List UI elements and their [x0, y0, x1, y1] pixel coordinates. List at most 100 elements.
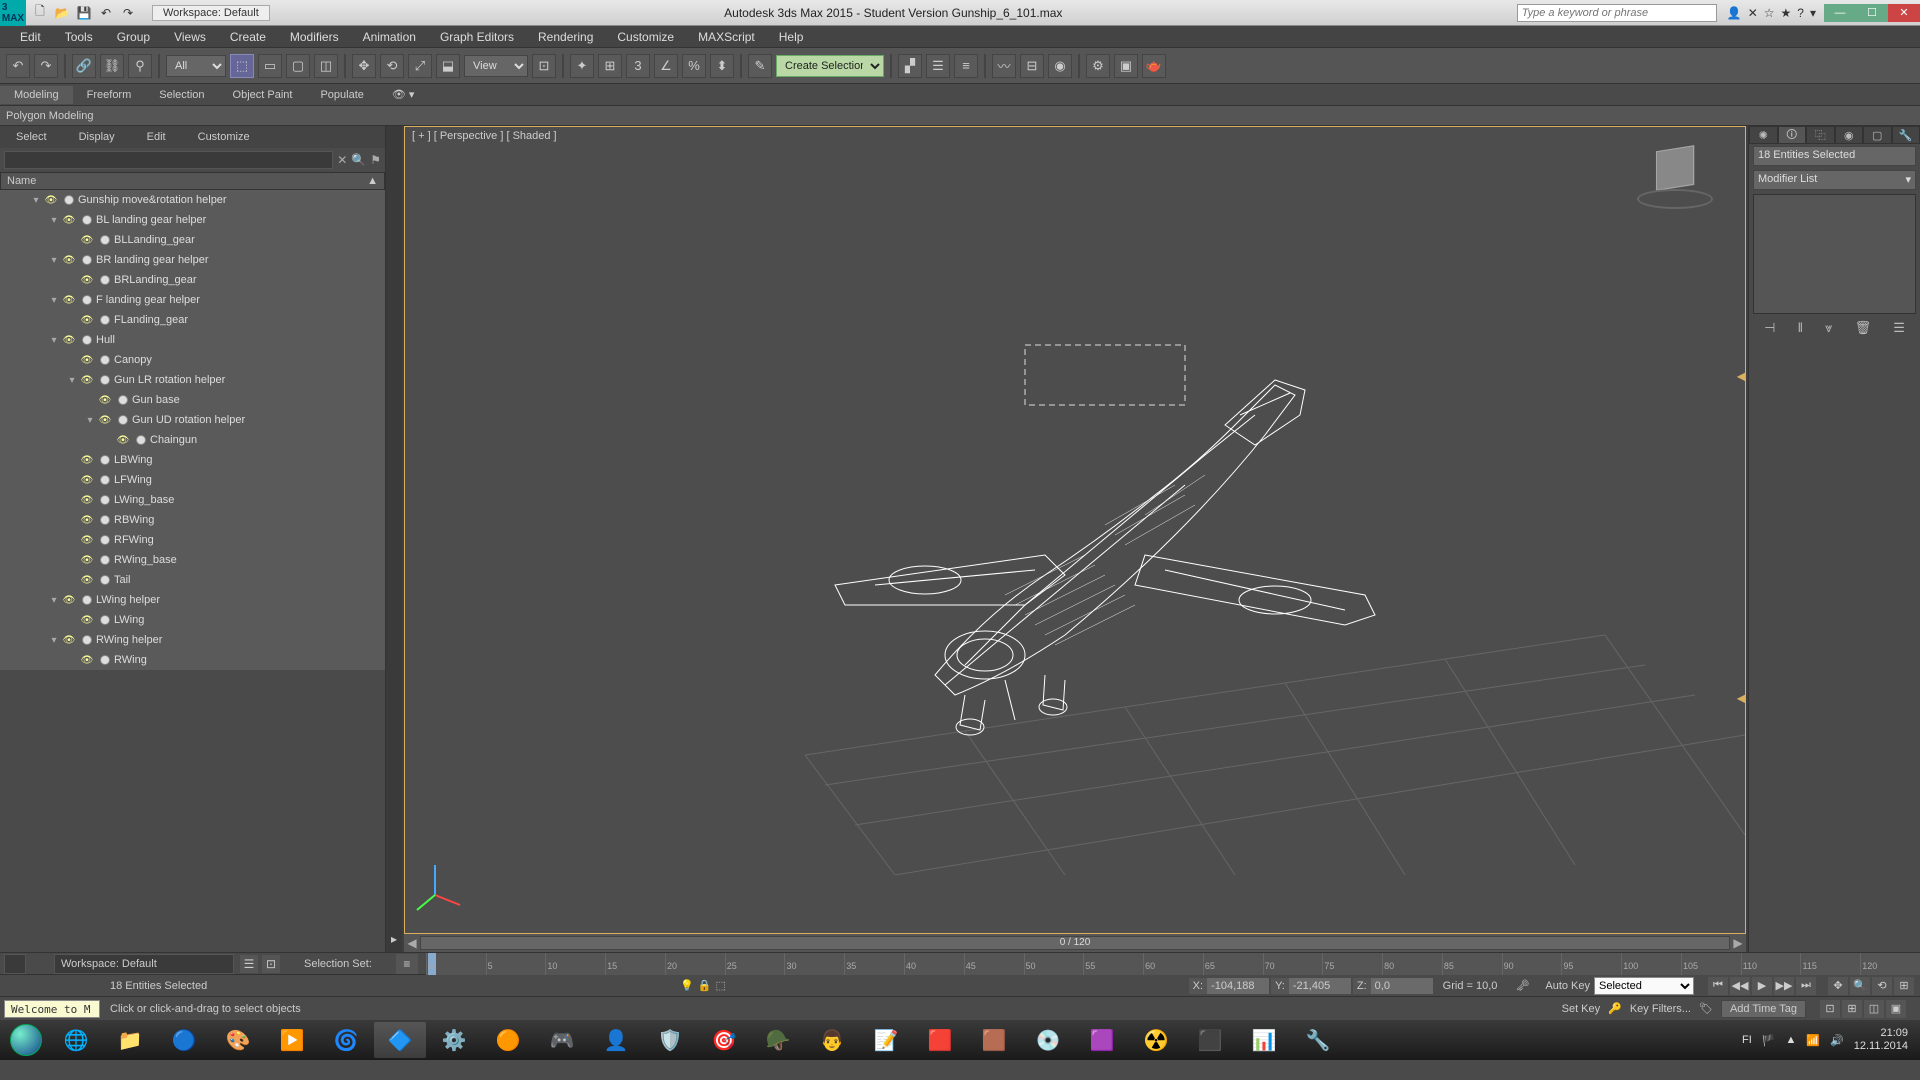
tree-row[interactable]: 👁BRLanding_gear	[0, 270, 385, 290]
tray-flag-icon[interactable]: 🏴	[1762, 1034, 1776, 1047]
keymode-button[interactable]: ⊞	[598, 54, 622, 78]
configure-icon[interactable]: ☰	[1893, 320, 1905, 336]
modifier-list-dropdown[interactable]: Modifier List▾	[1753, 170, 1916, 190]
remove-mod-icon[interactable]: 🗑	[1855, 320, 1872, 336]
window-crossing-button[interactable]: ◫	[314, 54, 338, 78]
visibility-icon[interactable]: 👁	[116, 433, 130, 447]
taskbar-media[interactable]: ▶️	[266, 1022, 318, 1058]
taskbar-notepad[interactable]: 📝	[860, 1022, 912, 1058]
ribbon-tab-modeling[interactable]: Modeling	[0, 86, 73, 104]
lp-tab-display[interactable]: Display	[63, 128, 131, 146]
tag-icon[interactable]: 🏷	[1699, 1002, 1713, 1015]
rotate-button[interactable]: ⟲	[380, 54, 404, 78]
tray-net-icon[interactable]: 📶	[1806, 1034, 1820, 1047]
visibility-icon[interactable]: 👁	[80, 373, 94, 387]
tree-toggle-icon[interactable]: ▾	[48, 255, 60, 266]
taskbar-app7[interactable]: 🪖	[752, 1022, 804, 1058]
render-frame-button[interactable]: ▣	[1114, 54, 1138, 78]
menu-help[interactable]: Help	[767, 27, 816, 47]
setkey-button[interactable]: Set Key	[1562, 1003, 1601, 1015]
visibility-icon[interactable]: 👁	[98, 393, 112, 407]
make-unique-icon[interactable]: ⩔	[1825, 320, 1832, 336]
taskbar-app13[interactable]: ☢️	[1130, 1022, 1182, 1058]
taskbar-explorer[interactable]: 📁	[104, 1022, 156, 1058]
add-time-tag-button[interactable]: Add Time Tag	[1721, 1000, 1806, 1018]
tree-row[interactable]: ▾👁F landing gear helper	[0, 290, 385, 310]
nav-3-icon[interactable]: ◫	[1864, 1000, 1884, 1018]
cmd-tab-display[interactable]: ▢	[1863, 126, 1892, 144]
ribbon-tab-collapse[interactable]: 👁 ▾	[378, 85, 429, 104]
viewport-label[interactable]: [ + ] [ Perspective ] [ Shaded ]	[412, 130, 557, 142]
pivot-button[interactable]: ⊡	[532, 54, 556, 78]
open-icon[interactable]: 📂	[52, 3, 72, 23]
lp-tab-select[interactable]: Select	[0, 128, 63, 146]
coord-z[interactable]: 0,0	[1371, 978, 1433, 994]
render-setup-button[interactable]: ⚙	[1086, 54, 1110, 78]
lp-tab-customize[interactable]: Customize	[182, 128, 266, 146]
workspace-selector[interactable]: Workspace: Default	[152, 5, 270, 21]
panel-collapse-handle[interactable]: ▸	[386, 126, 402, 952]
menu-grapheditors[interactable]: Graph Editors	[428, 27, 526, 47]
taskbar-app8[interactable]: 👨	[806, 1022, 858, 1058]
filter-icon[interactable]: ⚑	[370, 153, 381, 167]
refcoord-select[interactable]: View	[464, 55, 528, 77]
menu-modifiers[interactable]: Modifiers	[278, 27, 351, 47]
curve-editor-button[interactable]: 〰	[992, 54, 1016, 78]
menu-customize[interactable]: Customize	[605, 27, 686, 47]
taskbar-app9[interactable]: 🟥	[914, 1022, 966, 1058]
visibility-icon[interactable]: 👁	[80, 233, 94, 247]
lock-icon[interactable]: 💡	[680, 979, 694, 992]
tree-row[interactable]: 👁LWing_base	[0, 490, 385, 510]
play-icon[interactable]: ▶	[1752, 977, 1772, 995]
visibility-icon[interactable]: 👁	[80, 453, 94, 467]
visibility-icon[interactable]: 👁	[62, 593, 76, 607]
taskbar-app12[interactable]: 🟪	[1076, 1022, 1128, 1058]
coord-y[interactable]: -21,405	[1289, 978, 1351, 994]
placement-button[interactable]: ⬓	[436, 54, 460, 78]
key-large-icon[interactable]: 🔑	[1608, 1002, 1622, 1015]
cmd-tab-motion[interactable]: ◉	[1835, 126, 1864, 144]
timeline-ruler[interactable]: 0510152025303540455055606570758085909510…	[426, 953, 1920, 975]
selection-filter[interactable]: All	[166, 55, 226, 77]
ribbon-tab-freeform[interactable]: Freeform	[73, 86, 146, 104]
material-editor-button[interactable]: ◉	[1048, 54, 1072, 78]
menu-group[interactable]: Group	[105, 27, 162, 47]
tree-row[interactable]: 👁FLanding_gear	[0, 310, 385, 330]
name-column-header[interactable]: Name	[7, 175, 36, 187]
tree-row[interactable]: 👁LBWing	[0, 450, 385, 470]
rect-select-button[interactable]: ▢	[286, 54, 310, 78]
time-right-icon[interactable]: ▶	[1730, 936, 1746, 950]
tree-toggle-icon[interactable]: ▾	[66, 375, 78, 386]
tree-row[interactable]: ▾👁BL landing gear helper	[0, 210, 385, 230]
tree-toggle-icon[interactable]: ▾	[48, 335, 60, 346]
tree-row[interactable]: 👁Canopy	[0, 350, 385, 370]
tree-row[interactable]: ▾👁LWing helper	[0, 590, 385, 610]
menu-maxscript[interactable]: MAXScript	[686, 27, 767, 47]
visibility-icon[interactable]: 👁	[62, 293, 76, 307]
tree-toggle-icon[interactable]: ▾	[48, 635, 60, 646]
scene-tree[interactable]: ▾👁Gunship move&rotation helper▾👁BL landi…	[0, 190, 385, 952]
ribbon-tab-objectpaint[interactable]: Object Paint	[219, 86, 307, 104]
ribbon-tab-populate[interactable]: Populate	[306, 86, 377, 104]
exchange-icon[interactable]: ✕	[1748, 6, 1758, 20]
isolate-icon[interactable]: ⬚	[715, 979, 725, 992]
tree-row[interactable]: 👁RWing	[0, 650, 385, 670]
timeline-config-icon[interactable]: ≡	[396, 954, 418, 974]
bind-button[interactable]: ⚲	[128, 54, 152, 78]
tree-row[interactable]: ▾👁RWing helper	[0, 630, 385, 650]
taskbar-app10[interactable]: 🟫	[968, 1022, 1020, 1058]
isolate-icon[interactable]: ⊡	[262, 955, 280, 973]
taskbar-app2[interactable]: 🟠	[482, 1022, 534, 1058]
visibility-icon[interactable]: 👁	[80, 473, 94, 487]
taskbar-app6[interactable]: 🎯	[698, 1022, 750, 1058]
visibility-icon[interactable]: 👁	[62, 333, 76, 347]
tray-up-icon[interactable]: ▲	[1785, 1034, 1796, 1046]
save-icon[interactable]: 💾	[74, 3, 94, 23]
taskbar-terminal[interactable]: ⬛	[1184, 1022, 1236, 1058]
angle-snap-button[interactable]: ∠	[654, 54, 678, 78]
editnamed-button[interactable]: ✎	[748, 54, 772, 78]
nav-max-icon[interactable]: ⊞	[1894, 977, 1914, 995]
unlink-button[interactable]: ⛓	[100, 54, 124, 78]
autokey-button[interactable]: Auto Key	[1545, 980, 1590, 992]
tree-toggle-icon[interactable]: ▾	[48, 595, 60, 606]
